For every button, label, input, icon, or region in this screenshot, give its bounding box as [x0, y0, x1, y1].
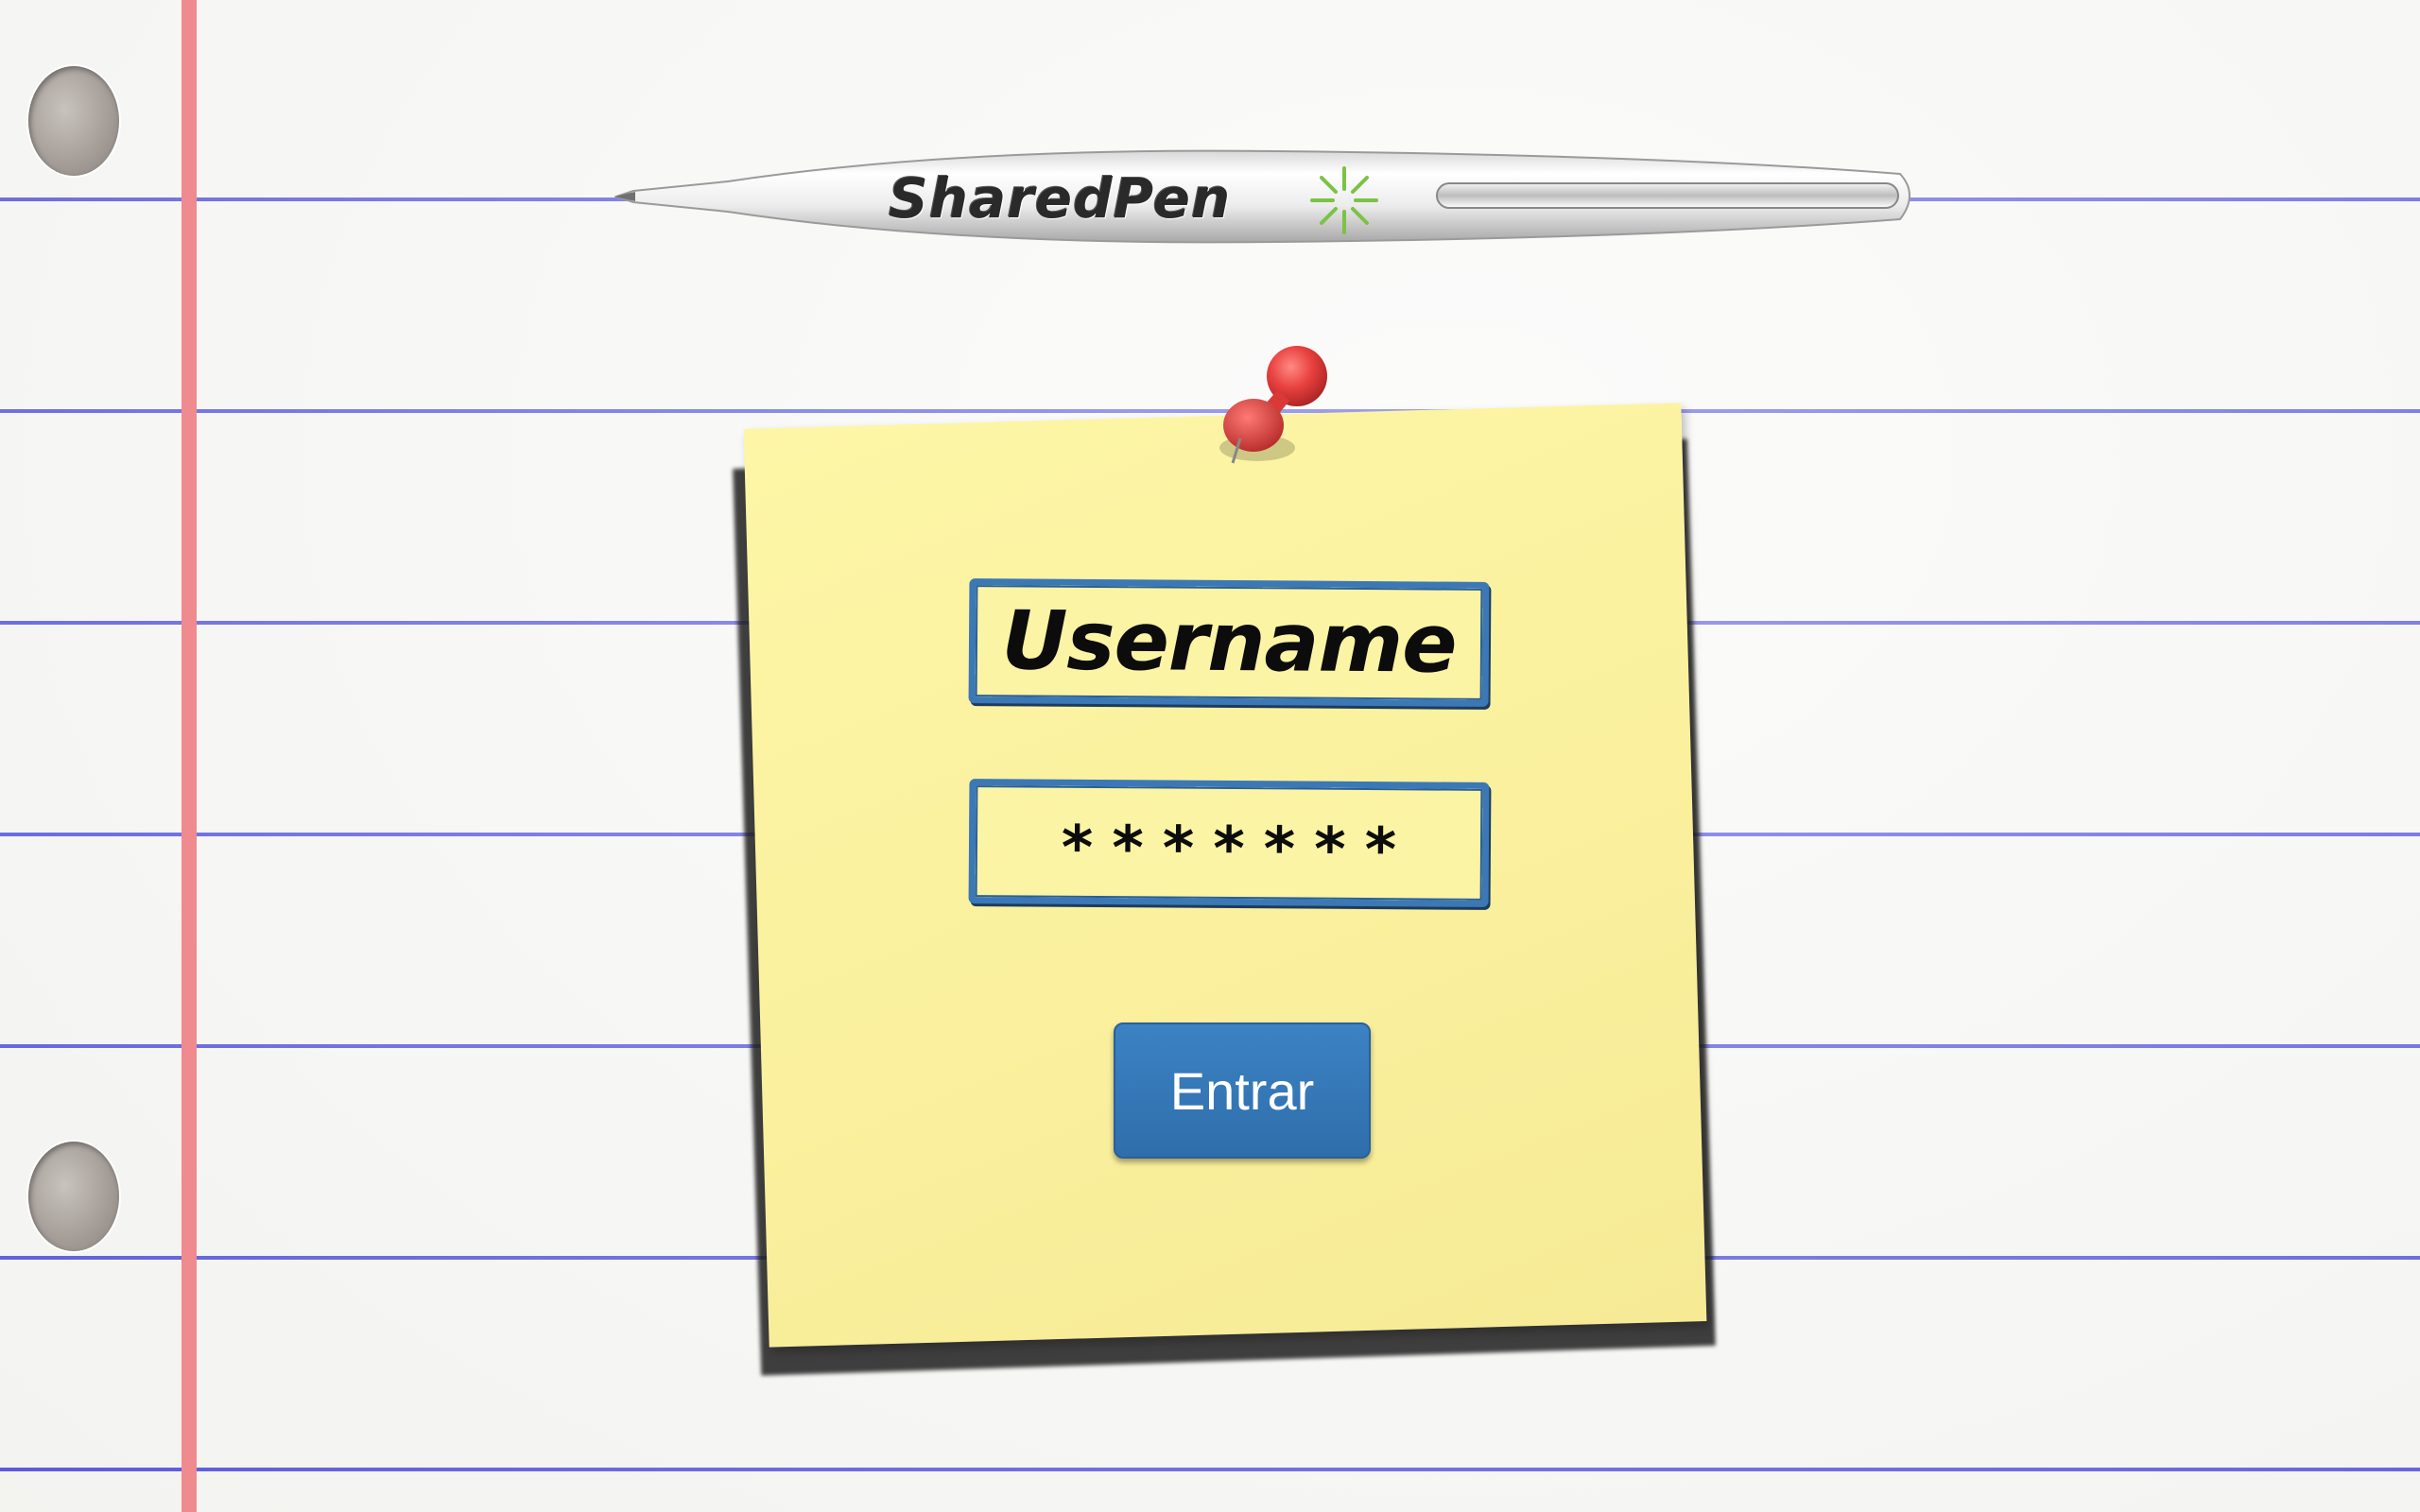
margin-line [182, 0, 197, 1512]
asterisk-burst-icon [1306, 163, 1382, 238]
password-mask: ******* [1061, 813, 1416, 886]
password-field[interactable]: ******* [968, 779, 1490, 907]
username-field[interactable]: Username [968, 578, 1490, 707]
punch-hole-top [28, 66, 119, 176]
pen-body-graphic [614, 149, 1910, 244]
brand-name: SharedPen [889, 166, 1232, 231]
username-placeholder: Username [1001, 593, 1457, 692]
punch-hole-bottom [28, 1142, 119, 1251]
login-button[interactable]: Entrar [1114, 1022, 1371, 1159]
pushpin-icon [1191, 336, 1361, 478]
pen-logo-banner: SharedPen [614, 138, 1919, 255]
